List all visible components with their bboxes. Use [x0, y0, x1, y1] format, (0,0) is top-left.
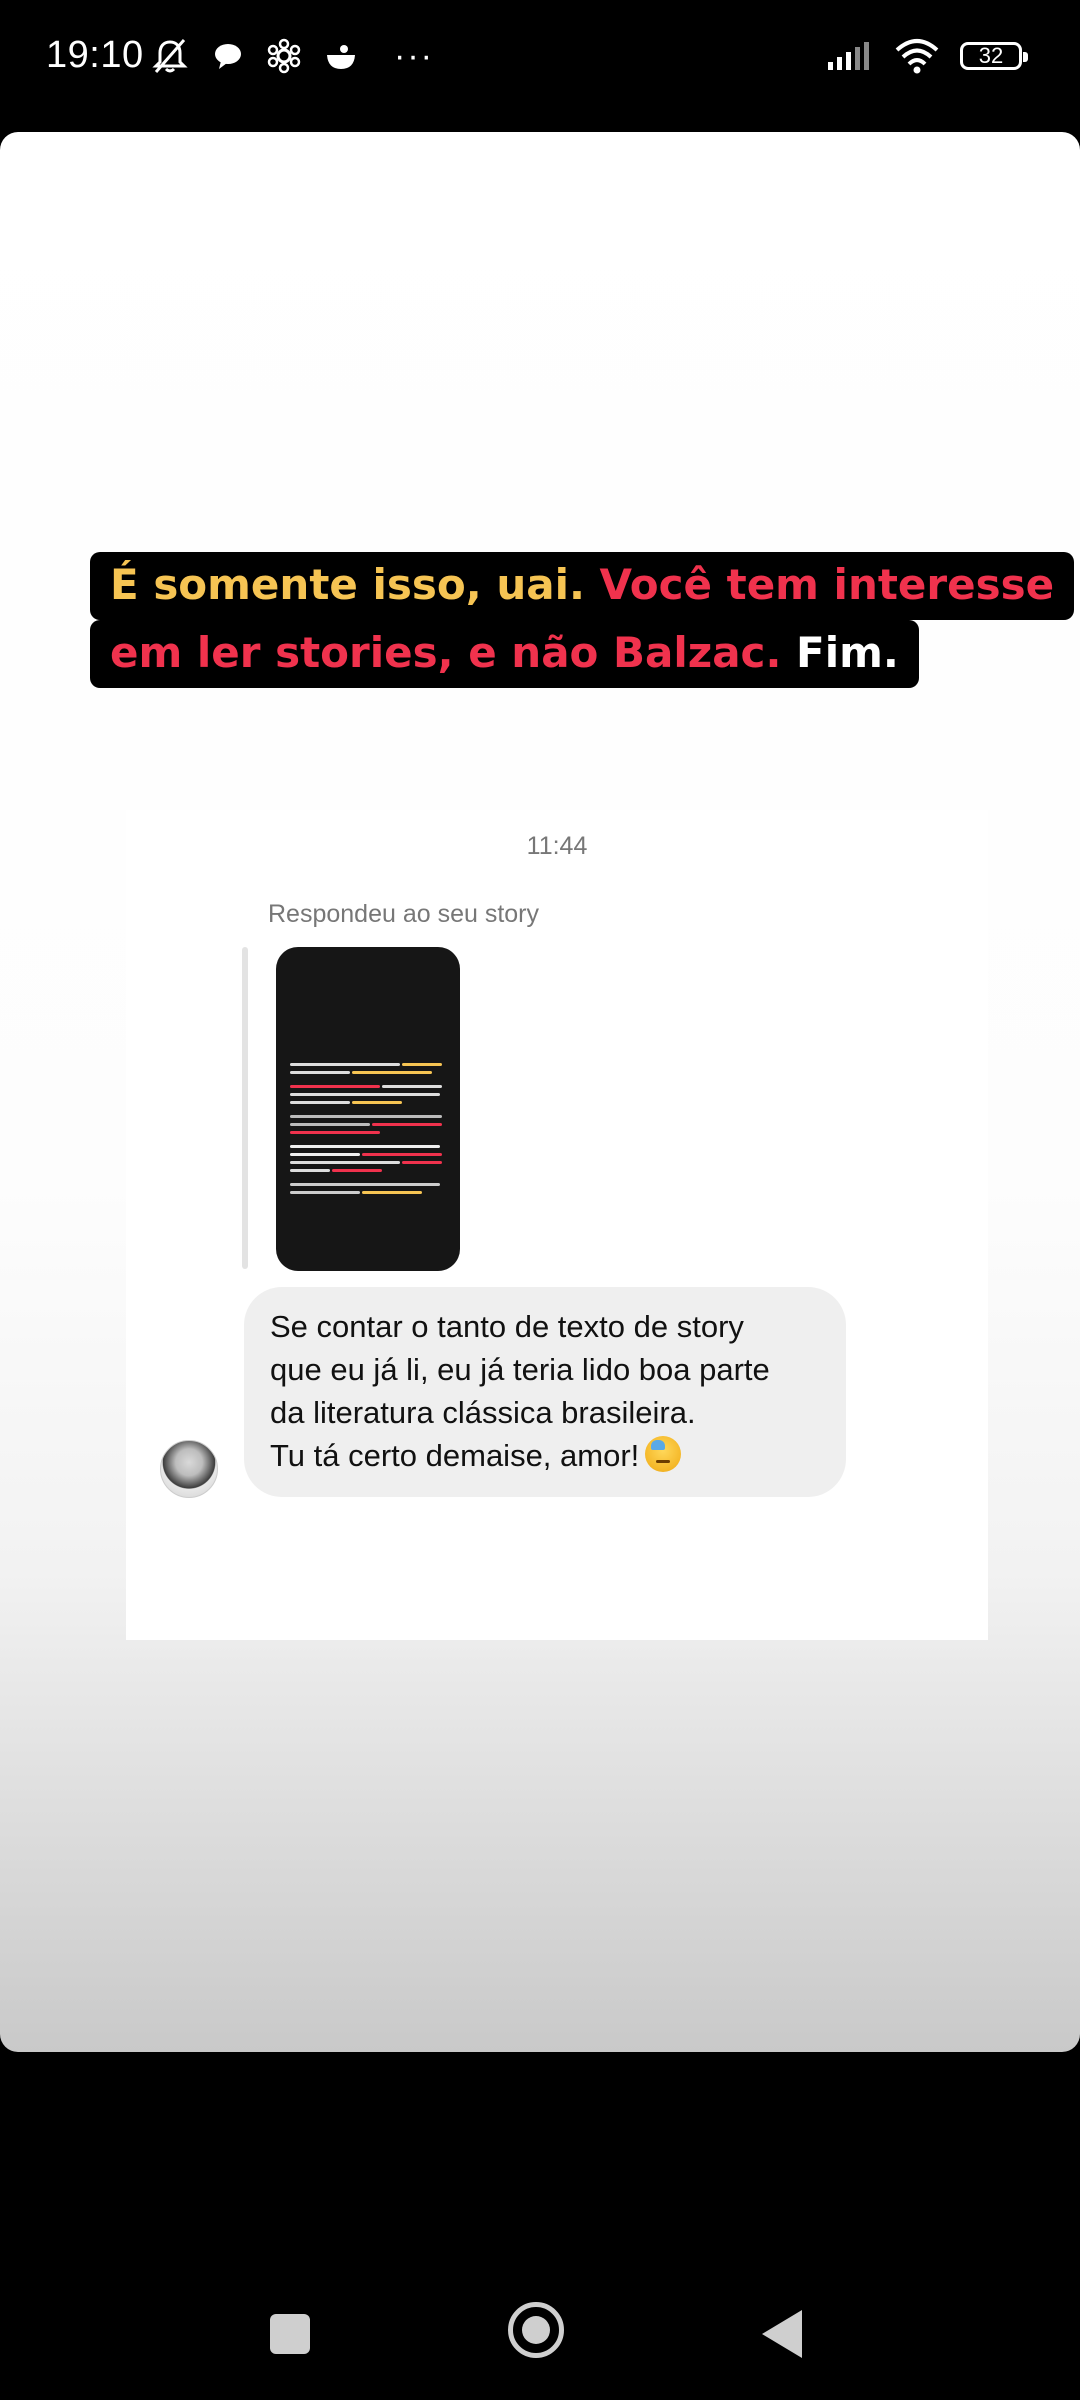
caption-red-text-1: Você tem interesse — [599, 560, 1055, 609]
status-icons-left: ··· — [150, 36, 434, 76]
caption-line-1: É somente isso, uai. Você tem interesse — [90, 552, 1075, 620]
thumb-text-line — [290, 1071, 350, 1074]
thumb-text-line — [382, 1085, 442, 1088]
recents-square-icon[interactable] — [270, 2314, 310, 2354]
thumb-text-line — [372, 1123, 442, 1126]
thumb-text-line — [290, 1183, 440, 1186]
thumb-text-line — [290, 1085, 380, 1088]
thumb-text-line — [290, 1191, 360, 1194]
back-triangle-icon[interactable] — [762, 2310, 802, 2358]
status-time: 19:10 — [46, 34, 144, 76]
thumb-text-line — [290, 1153, 360, 1156]
signal-icon — [828, 42, 869, 70]
thumb-text-line — [290, 1063, 400, 1066]
wifi-icon — [895, 39, 939, 74]
message-line-3: da literatura clássica brasileira. — [270, 1395, 696, 1430]
story-caption: É somente isso, uai. Você tem interesse … — [90, 552, 1075, 688]
thumb-text-line — [362, 1153, 442, 1156]
navigation-bar — [0, 2052, 1080, 2400]
battery-icon: 32 — [960, 42, 1028, 70]
message-bubble: Se contar o tanto de texto de story que … — [244, 1287, 846, 1497]
thumb-text-line — [290, 1161, 400, 1164]
more-notifications-indicator: ··· — [394, 36, 434, 75]
message-line-1: Se contar o tanto de texto de story — [270, 1309, 744, 1344]
thumb-text-line — [290, 1131, 380, 1134]
message-line-2: que eu já li, eu já teria lido boa parte — [270, 1352, 770, 1387]
bowl-icon — [327, 45, 355, 69]
story-thumbnail — [276, 947, 460, 1271]
dm-screenshot: 11:44 Respondeu ao seu story Se contar o… — [126, 810, 988, 1640]
replied-to-story-label: Respondeu ao seu story — [268, 900, 540, 928]
thumb-text-line — [402, 1161, 442, 1164]
chat-bubble-icon — [215, 44, 241, 69]
thumb-text-line — [332, 1169, 382, 1172]
reply-indicator-bar — [242, 947, 248, 1269]
thumb-text-line — [290, 1115, 442, 1118]
message-line-4: Tu tá certo demaise, amor! — [270, 1434, 820, 1477]
sender-avatar — [160, 1440, 218, 1498]
settings-flower-icon — [267, 38, 301, 74]
story-card[interactable]: É somente isso, uai. Você tem interesse … — [0, 132, 1080, 2052]
battery-level: 32 — [978, 43, 1004, 68]
thumb-text-line — [290, 1101, 350, 1104]
thumb-text-line — [352, 1071, 432, 1074]
caption-line-2: em ler stories, e não Balzac. Fim. — [90, 620, 919, 688]
caption-white-text: Fim. — [796, 628, 899, 677]
message-line-4-text: Tu tá certo demaise, amor! — [270, 1438, 640, 1473]
thumb-text-line — [290, 1145, 440, 1148]
sad-sweat-emoji-icon — [645, 1436, 682, 1472]
thumb-text-line — [352, 1101, 402, 1104]
status-bar: 19:10 ··· 32 — [0, 0, 1080, 132]
thumb-text-line — [362, 1191, 422, 1194]
mute-notifications-icon — [152, 39, 188, 73]
dm-timestamp: 11:44 — [526, 832, 588, 860]
home-circle-icon[interactable] — [508, 2302, 564, 2358]
thumb-text-line — [290, 1093, 440, 1096]
caption-red-text-2: em ler stories, e não Balzac. — [110, 628, 797, 677]
caption-yellow-text: É somente isso, uai. — [110, 560, 600, 609]
thumb-text-line — [290, 1169, 330, 1172]
thumb-text-line — [402, 1063, 442, 1066]
status-icons-right: 32 — [826, 38, 1028, 74]
thumb-text-line — [290, 1123, 370, 1126]
